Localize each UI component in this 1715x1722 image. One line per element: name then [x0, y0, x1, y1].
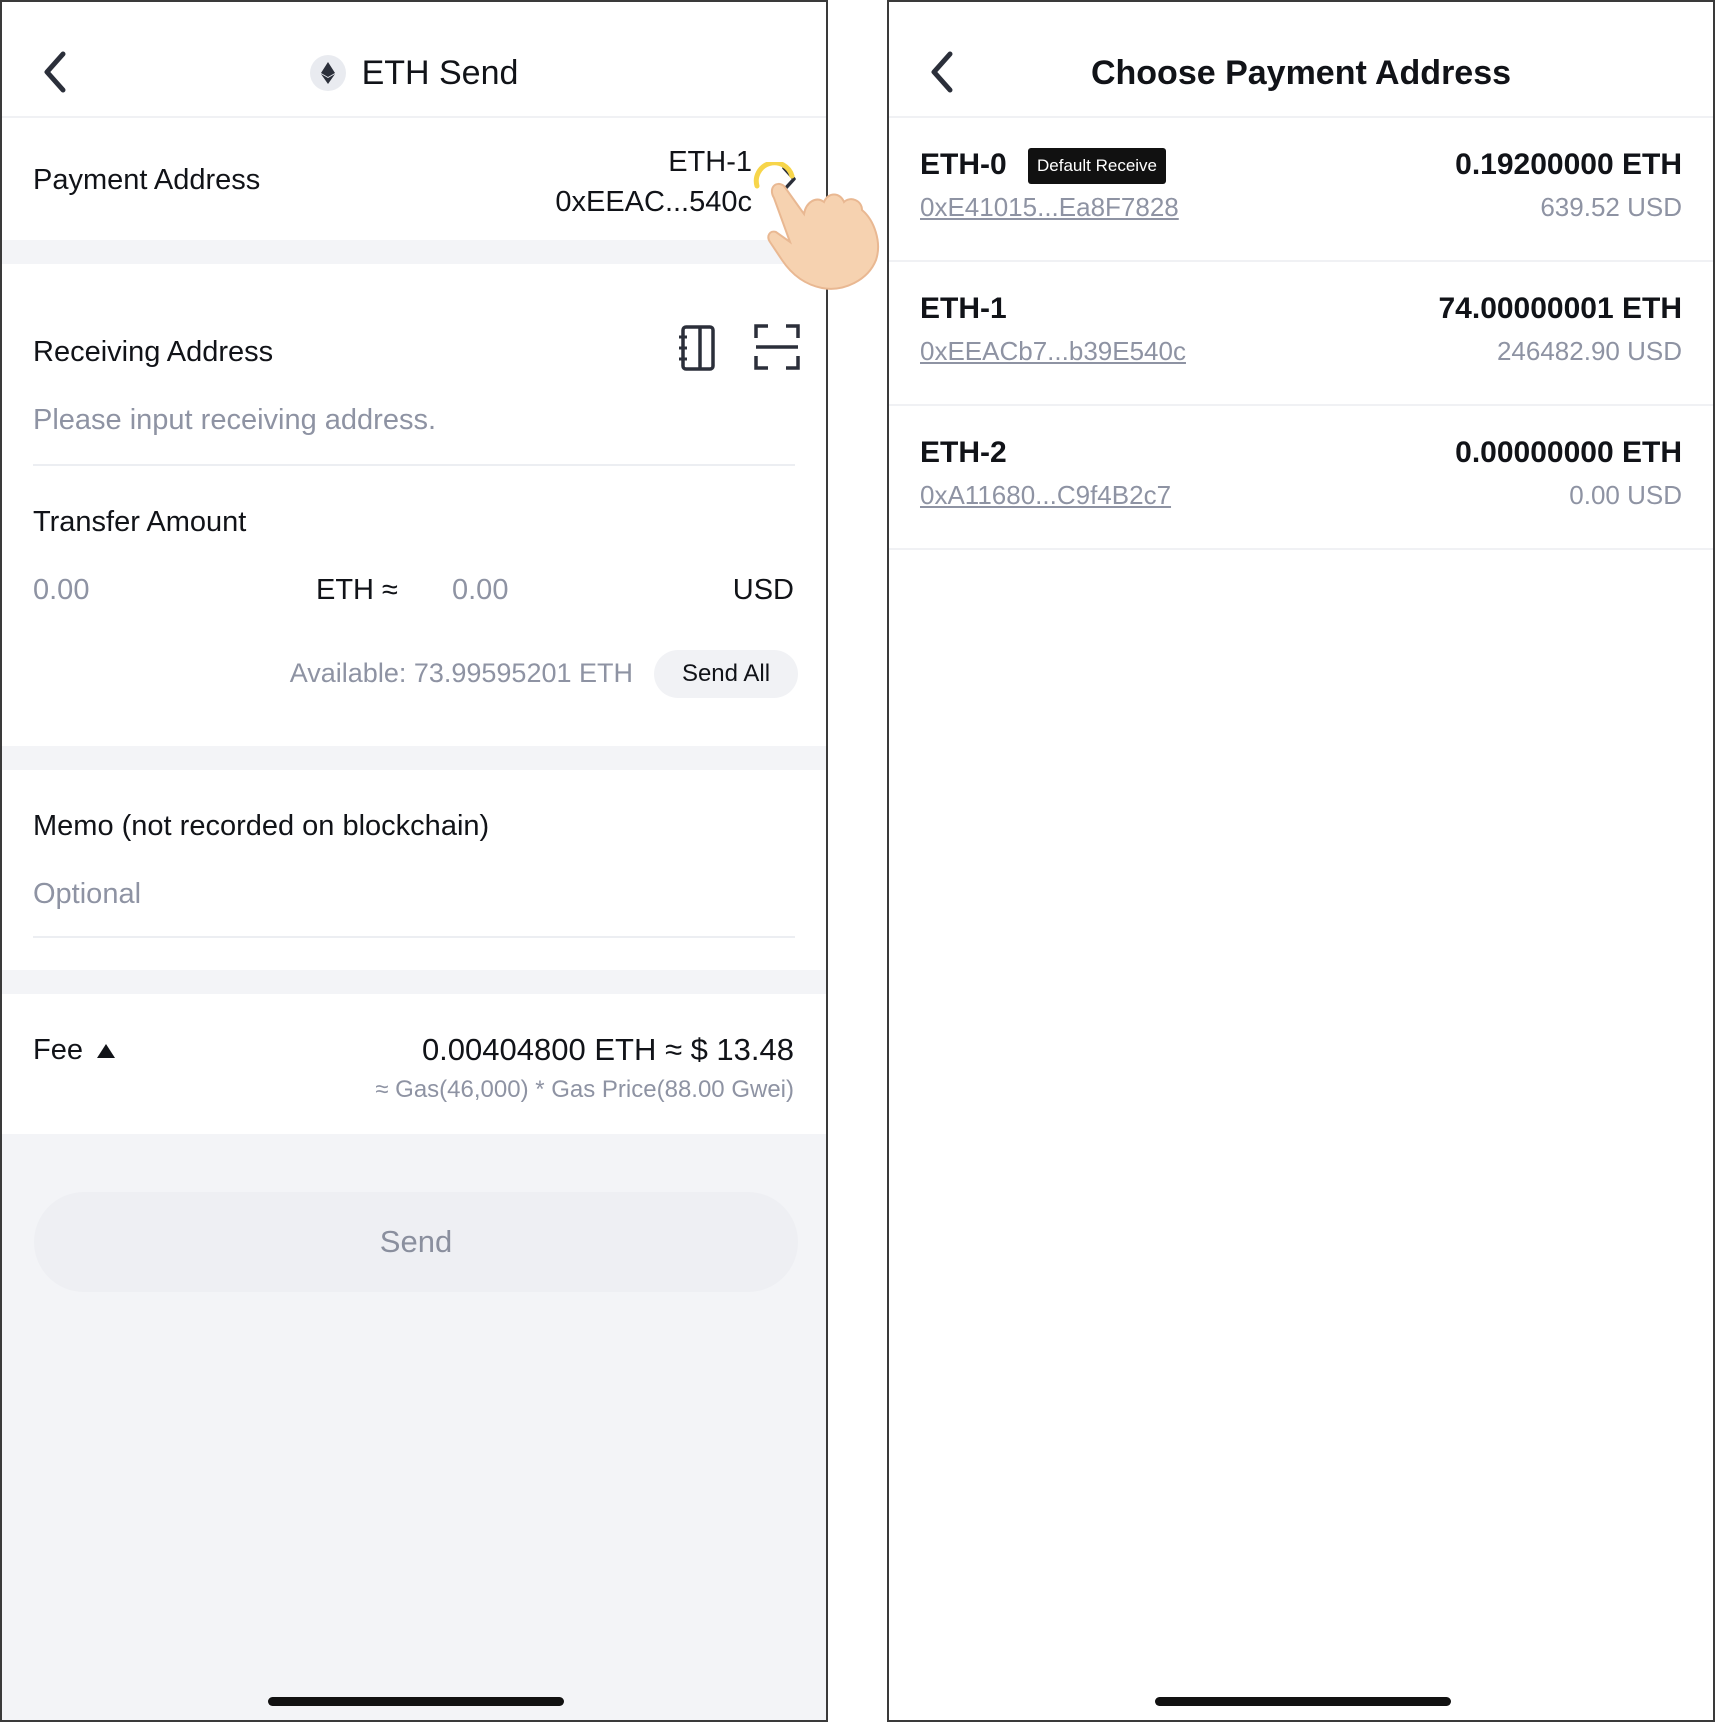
address-eth-balance: 0.19200000 ETH	[1455, 148, 1682, 181]
choose-address-screen: Choose Payment Address ETH-0 Default Rec…	[887, 0, 1715, 1722]
send-button[interactable]: Send	[34, 1192, 798, 1292]
payment-account-name: ETH-1	[668, 146, 752, 178]
fee-toggle[interactable]: Fee	[33, 1034, 117, 1067]
receiving-address-label: Receiving Address	[33, 336, 274, 368]
eth-logo-icon	[309, 55, 346, 91]
payment-address-value: 0xEEAC...540c	[555, 186, 752, 218]
page-title: Choose Payment Address	[1090, 53, 1512, 92]
memo-input[interactable]: Optional	[33, 878, 141, 911]
section-gap	[2, 746, 826, 770]
eth-send-screen: ETH Send Payment Address ETH-1 0xEEAC...…	[0, 0, 828, 1722]
usd-amount-input[interactable]: 0.00	[452, 574, 508, 607]
address-usd-balance: 0.00 USD	[1569, 480, 1682, 510]
address-row-eth-1[interactable]: ETH-1 0xEEACb7...b39E540c 74.00000001 ET…	[889, 262, 1713, 406]
home-indicator	[268, 1697, 564, 1706]
address-hash[interactable]: 0xEEACb7...b39E540c	[920, 336, 1186, 367]
fee-value: 0.00404800 ETH ≈ $ 13.48	[421, 1032, 794, 1067]
eth-unit-label: ETH ≈	[316, 574, 398, 606]
memo-underline	[33, 936, 795, 938]
eth-amount-input[interactable]: 0.00	[33, 574, 89, 607]
address-eth-balance: 0.00000000 ETH	[1455, 436, 1682, 469]
address-hash[interactable]: 0xE41015...Ea8F7828	[920, 192, 1179, 223]
section-gap	[2, 240, 826, 264]
payment-address-row[interactable]: Payment Address ETH-1 0xEEAC...540c	[2, 118, 826, 238]
chevron-right-icon	[782, 166, 796, 192]
available-balance: Available: 73.99595201 ETH	[289, 658, 633, 688]
home-indicator	[1155, 1697, 1451, 1706]
address-row-eth-0[interactable]: ETH-0 Default Receive 0xE41015...Ea8F782…	[889, 118, 1713, 262]
address-usd-balance: 246482.90 USD	[1496, 336, 1682, 366]
payment-address-label: Payment Address	[33, 164, 261, 196]
usd-unit-label: USD	[732, 574, 794, 606]
address-hash[interactable]: 0xA11680...C9f4B2c7	[920, 480, 1171, 511]
fee-label: Fee	[33, 1034, 83, 1066]
default-receive-badge: Default Receive	[1028, 148, 1167, 184]
memo-label: Memo (not recorded on blockchain)	[33, 810, 490, 842]
fee-detail: ≈ Gas(46,000) * Gas Price(88.00 Gwei)	[375, 1076, 794, 1103]
address-eth-balance: 74.00000001 ETH	[1438, 292, 1682, 325]
transfer-amount-label: Transfer Amount	[33, 506, 247, 538]
address-row-eth-2[interactable]: ETH-2 0xA11680...C9f4B2c7 0.00000000 ETH…	[889, 406, 1713, 550]
receiving-address-input[interactable]: Please input receiving address.	[33, 404, 436, 437]
triangle-up-icon	[96, 1043, 115, 1058]
receiving-address-underline	[33, 464, 795, 466]
scan-icon[interactable]	[754, 324, 800, 370]
row-divider	[889, 548, 1713, 550]
page-header: Choose Payment Address	[889, 50, 1713, 96]
address-book-icon[interactable]	[676, 324, 718, 372]
address-usd-balance: 639.52 USD	[1540, 192, 1682, 222]
address-name: ETH-0	[920, 148, 1007, 181]
page-title: ETH Send	[361, 53, 519, 92]
send-all-button[interactable]: Send All	[654, 650, 798, 698]
address-name: ETH-1	[920, 292, 1007, 325]
section-gap	[2, 970, 826, 994]
address-name: ETH-2	[920, 436, 1007, 469]
page-header: ETH Send	[2, 50, 826, 96]
